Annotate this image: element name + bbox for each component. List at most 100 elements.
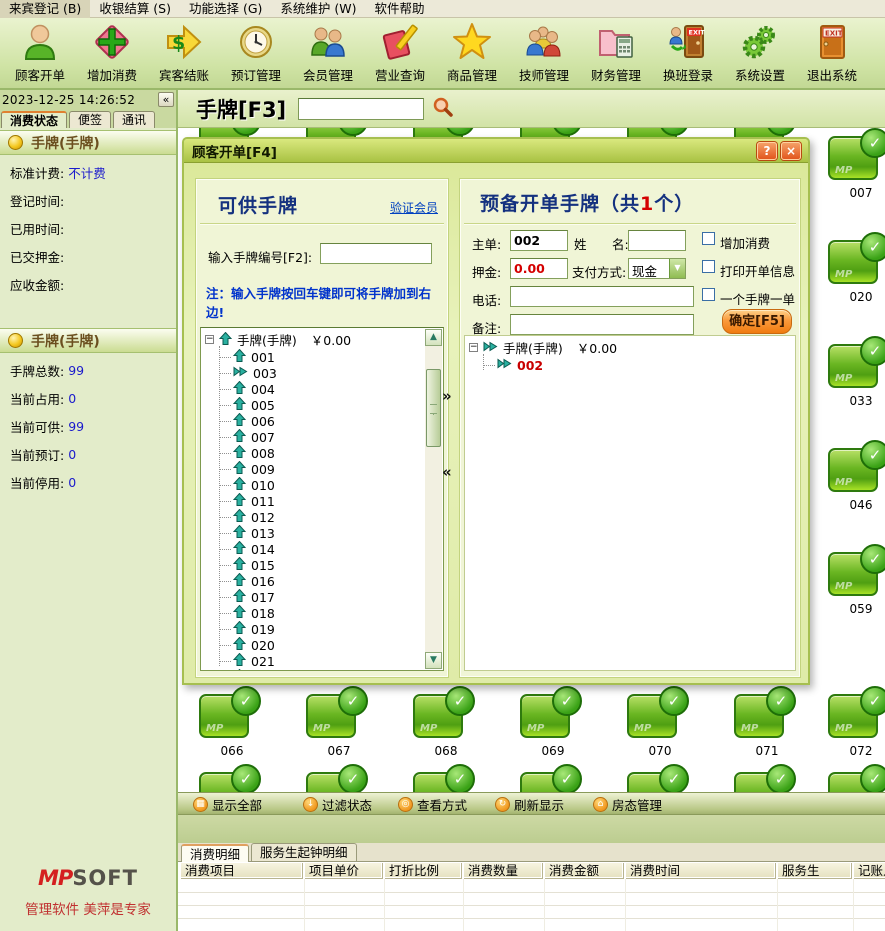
collapse-sidebar-button[interactable]: «: [158, 92, 174, 107]
toolbar-button-技师管理[interactable]: 技师管理: [508, 20, 580, 88]
hand-tag-tile-069[interactable]: MP✓069: [520, 686, 586, 760]
hand-tag-tile-partial[interactable]: MP✓: [413, 764, 479, 792]
search-icon[interactable]: [432, 96, 454, 121]
confirm-button[interactable]: 确定[F5]: [722, 309, 792, 334]
toolbar-button-营业查询[interactable]: 营业查询: [364, 20, 436, 88]
hand-tag-tile-partial[interactable]: MP✓: [199, 764, 265, 792]
view-toolbar-过滤状态[interactable]: ↓过滤状态: [303, 793, 372, 816]
tree-root-row[interactable]: − 手牌(手牌) ￥0.00: [469, 339, 617, 356]
menu-item[interactable]: 功能选择 (G): [180, 0, 271, 18]
scroll-down-button[interactable]: ▼: [425, 652, 442, 669]
tree-item-008[interactable]: 008: [219, 445, 277, 461]
tree-item-014[interactable]: 014: [219, 541, 277, 557]
view-toolbar-显示全部[interactable]: ▦显示全部: [193, 793, 262, 816]
hand-tag-tile-partial[interactable]: MP✓: [627, 764, 693, 792]
menu-item[interactable]: 收银结算 (S): [90, 0, 180, 18]
toolbar-button-财务管理[interactable]: 财务管理: [580, 20, 652, 88]
hand-tag-search-input[interactable]: [298, 98, 424, 120]
tree-item-012[interactable]: 012: [219, 509, 277, 525]
hand-tag-tile-070[interactable]: MP✓070: [627, 686, 693, 760]
memo-input[interactable]: [510, 314, 694, 335]
sidebar-tab-1[interactable]: 消费状态: [1, 111, 67, 128]
tree-item-019[interactable]: 019: [219, 621, 277, 637]
column-header-消费数量[interactable]: 消费数量: [463, 862, 542, 878]
scroll-thumb[interactable]: [426, 369, 441, 447]
phone-input[interactable]: [510, 286, 694, 307]
scroll-up-button[interactable]: ▲: [425, 329, 442, 346]
tree-item-022[interactable]: 022: [219, 669, 277, 671]
menu-item[interactable]: 系统维护 (W): [271, 0, 365, 18]
hand-tag-tile-partial[interactable]: MP✓: [306, 764, 372, 792]
verify-member-link[interactable]: 验证会员: [390, 199, 438, 216]
view-toolbar-房态管理[interactable]: ⌂房态管理: [593, 793, 662, 816]
dialog-title-bar[interactable]: 顾客开单[F4]: [184, 139, 808, 163]
hand-tag-tile-072[interactable]: MP✓072: [828, 686, 885, 760]
toolbar-button-系统设置[interactable]: 系统设置: [724, 20, 796, 88]
hand-tag-tile-partial[interactable]: MP✓: [828, 764, 885, 792]
column-header-消费项目[interactable]: 消费项目: [180, 862, 302, 878]
add-consume-checkbox[interactable]: [702, 232, 715, 245]
main-order-input[interactable]: [510, 230, 568, 251]
tree-item-009[interactable]: 009: [219, 461, 277, 477]
sidebar-tab-2[interactable]: 便签: [69, 111, 111, 128]
tree-expander-icon[interactable]: −: [205, 335, 214, 344]
tree-scrollbar[interactable]: ▲ ▼: [425, 329, 442, 669]
chevron-down-icon[interactable]: ▼: [669, 259, 685, 278]
toolbar-button-商品管理[interactable]: 商品管理: [436, 20, 508, 88]
toolbar-button-预订管理[interactable]: 预订管理: [220, 20, 292, 88]
menu-item[interactable]: 软件帮助: [366, 0, 434, 18]
tree-item-020[interactable]: 020: [219, 637, 277, 653]
view-toolbar-查看方式[interactable]: ◎查看方式: [398, 793, 467, 816]
tree-item-021[interactable]: 021: [219, 653, 277, 669]
tree-expander-icon[interactable]: −: [469, 343, 478, 352]
column-header-消费时间[interactable]: 消费时间: [625, 862, 775, 878]
one-tag-one-order-checkbox[interactable]: [702, 288, 715, 301]
tree-item-016[interactable]: 016: [219, 573, 277, 589]
tree-item-018[interactable]: 018: [219, 605, 277, 621]
sidebar-group-header-2[interactable]: 手牌(手牌): [0, 328, 176, 353]
tree-item-006[interactable]: 006: [219, 413, 277, 429]
toolbar-button-会员管理[interactable]: 会员管理: [292, 20, 364, 88]
hand-tag-tile-partial[interactable]: MP✓: [734, 764, 800, 792]
view-toolbar-刷新显示[interactable]: ↻刷新显示: [495, 793, 564, 816]
name-input[interactable]: [628, 230, 686, 251]
hand-tag-tile-020[interactable]: MP✓020: [828, 232, 885, 306]
hand-tag-tile-033[interactable]: MP✓033: [828, 336, 885, 410]
detail-tab-1[interactable]: 消费明细: [181, 844, 249, 862]
detail-tab-2[interactable]: 服务生起钟明细: [251, 843, 357, 861]
tree-item-004[interactable]: 004: [219, 381, 277, 397]
hand-tag-tile-071[interactable]: MP✓071: [734, 686, 800, 760]
toolbar-button-顾客开单[interactable]: 顾客开单: [4, 20, 76, 88]
tree-item-007[interactable]: 007: [219, 429, 277, 445]
column-header-记账人[interactable]: 记账人: [853, 862, 885, 878]
toolbar-button-宾客结账[interactable]: $宾客结账: [148, 20, 220, 88]
hand-tag-tile-059[interactable]: MP✓059: [828, 544, 885, 618]
tree-item-017[interactable]: 017: [219, 589, 277, 605]
menu-item[interactable]: 来宾登记 (B): [0, 0, 90, 18]
dialog-close-button[interactable]: ×: [781, 142, 801, 160]
tree-item-003[interactable]: 003: [219, 365, 277, 381]
tree-item-005[interactable]: 005: [219, 397, 277, 413]
deposit-input[interactable]: [510, 258, 568, 279]
hand-tag-tile-046[interactable]: MP✓046: [828, 440, 885, 514]
tree-item-001[interactable]: 001: [219, 349, 277, 365]
tree-item-013[interactable]: 013: [219, 525, 277, 541]
column-header-打折比例[interactable]: 打折比例: [384, 862, 461, 878]
column-header-服务生[interactable]: 服务生: [777, 862, 851, 878]
pay-method-select[interactable]: 现金 ▼: [628, 258, 686, 279]
hand-tag-tile-partial[interactable]: MP✓: [520, 764, 586, 792]
column-header-项目单价[interactable]: 项目单价: [304, 862, 382, 878]
sidebar-group-header-1[interactable]: 手牌(手牌): [0, 130, 176, 155]
move-right-button[interactable]: »: [442, 387, 452, 405]
move-left-button[interactable]: «: [442, 463, 452, 481]
hand-tag-tile-067[interactable]: MP✓067: [306, 686, 372, 760]
toolbar-button-换班登录[interactable]: EXIT换班登录: [652, 20, 724, 88]
hand-tag-tile-068[interactable]: MP✓068: [413, 686, 479, 760]
column-header-消费金额[interactable]: 消费金额: [544, 862, 623, 878]
tree-root-row[interactable]: − 手牌(手牌) ￥0.00: [205, 331, 351, 348]
toolbar-button-增加消费[interactable]: 增加消费: [76, 20, 148, 88]
print-open-info-checkbox[interactable]: [702, 260, 715, 273]
hand-tag-tile-066[interactable]: MP✓066: [199, 686, 265, 760]
sidebar-tab-3[interactable]: 通讯: [113, 111, 155, 128]
hand-tag-tile-007[interactable]: MP✓007: [828, 128, 885, 202]
